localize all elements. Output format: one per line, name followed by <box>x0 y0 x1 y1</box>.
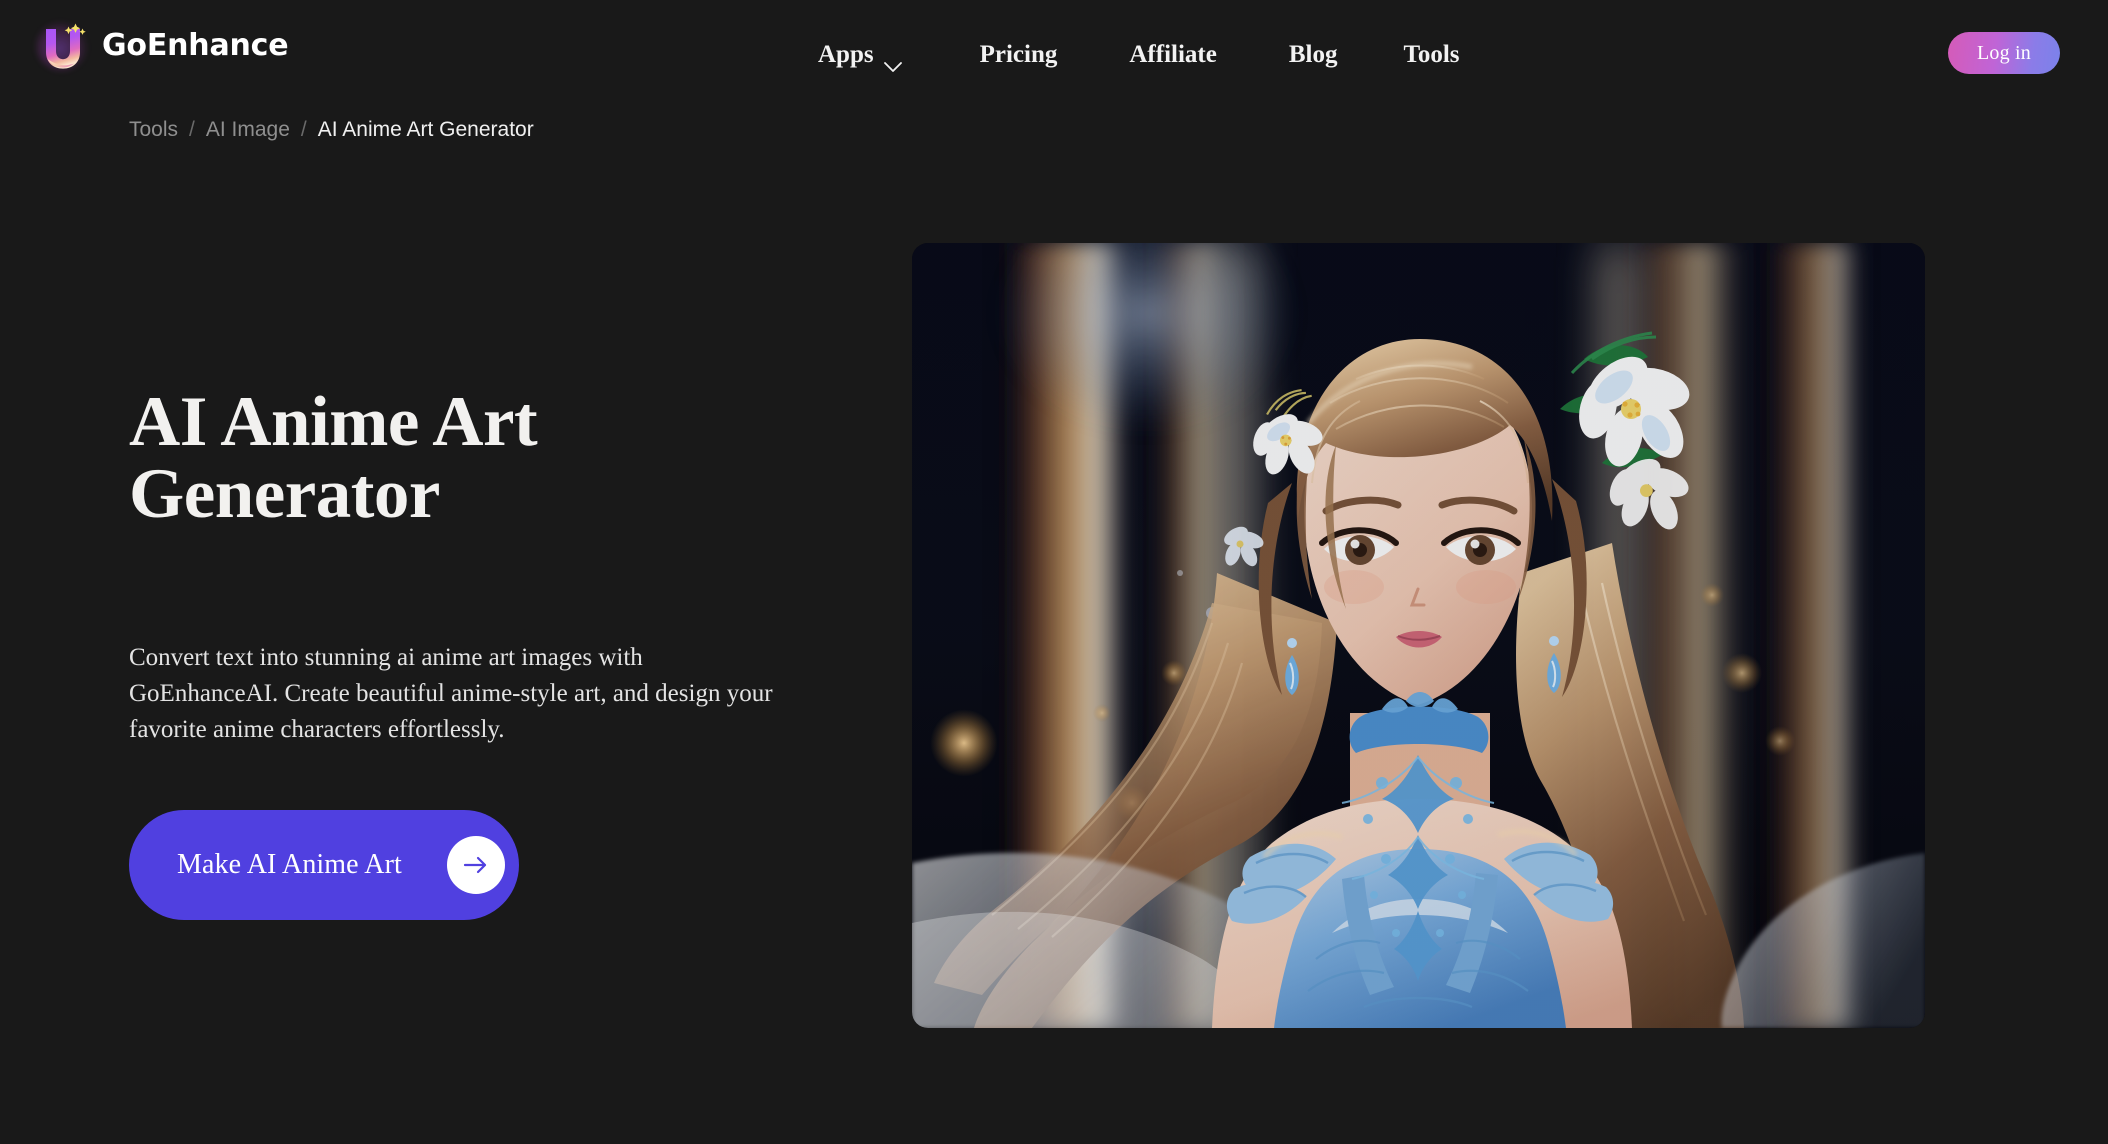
nav-item-blog-label: Blog <box>1288 41 1338 68</box>
hero-description: Convert text into stunning ai anime art … <box>129 644 773 743</box>
nav-item-tools[interactable]: Tools <box>1403 33 1459 77</box>
login-button[interactable]: Log in <box>1948 32 2060 74</box>
nav-item-apps-label: Apps <box>818 41 874 68</box>
chevron-down-icon <box>883 52 902 72</box>
page-title-line-2: Generator <box>129 455 440 533</box>
nav-item-pricing[interactable]: Pricing <box>980 33 1058 77</box>
nav-item-affiliate-label: Affiliate <box>1129 41 1217 68</box>
breadcrumb: Tools / AI Image / AI Anime Art Generato… <box>129 115 534 145</box>
nav-item-apps[interactable]: Apps <box>818 33 902 77</box>
breadcrumb-item-tools[interactable]: Tools <box>129 115 178 145</box>
breadcrumb-separator: / <box>189 118 195 141</box>
page-root: GoEnhance Apps Pricing Affiliate Blog To… <box>0 0 2108 1144</box>
breadcrumb-item-current: AI Anime Art Generator <box>317 118 534 141</box>
goenhance-u-logo-icon <box>34 19 92 73</box>
site-header: GoEnhance Apps Pricing Affiliate Blog To… <box>0 0 2108 110</box>
brand-name: GoEnhance <box>102 28 289 63</box>
nav-item-tools-label: Tools <box>1403 41 1460 68</box>
nav-item-pricing-label: Pricing <box>979 41 1058 68</box>
breadcrumb-separator: / <box>300 118 307 141</box>
page-title-line-1: AI Anime Art <box>129 383 538 461</box>
breadcrumb-item-ai-image[interactable]: AI Image <box>206 115 290 145</box>
brand-logo[interactable]: GoEnhance <box>34 19 289 73</box>
hero-content: AI Anime Art Generator Convert text into … <box>129 386 809 920</box>
main-nav: Apps Pricing Affiliate Blog Tools <box>818 0 1460 110</box>
make-ai-anime-art-button[interactable]: Make AI Anime Art <box>129 810 519 920</box>
nav-item-blog[interactable]: Blog <box>1289 33 1338 77</box>
cta-label: Make AI Anime Art <box>177 849 402 880</box>
page-title: AI Anime Art Generator <box>129 386 689 530</box>
arrow-right-icon <box>447 836 505 894</box>
nav-item-affiliate[interactable]: Affiliate <box>1129 33 1216 77</box>
hero-image <box>912 243 1925 1028</box>
